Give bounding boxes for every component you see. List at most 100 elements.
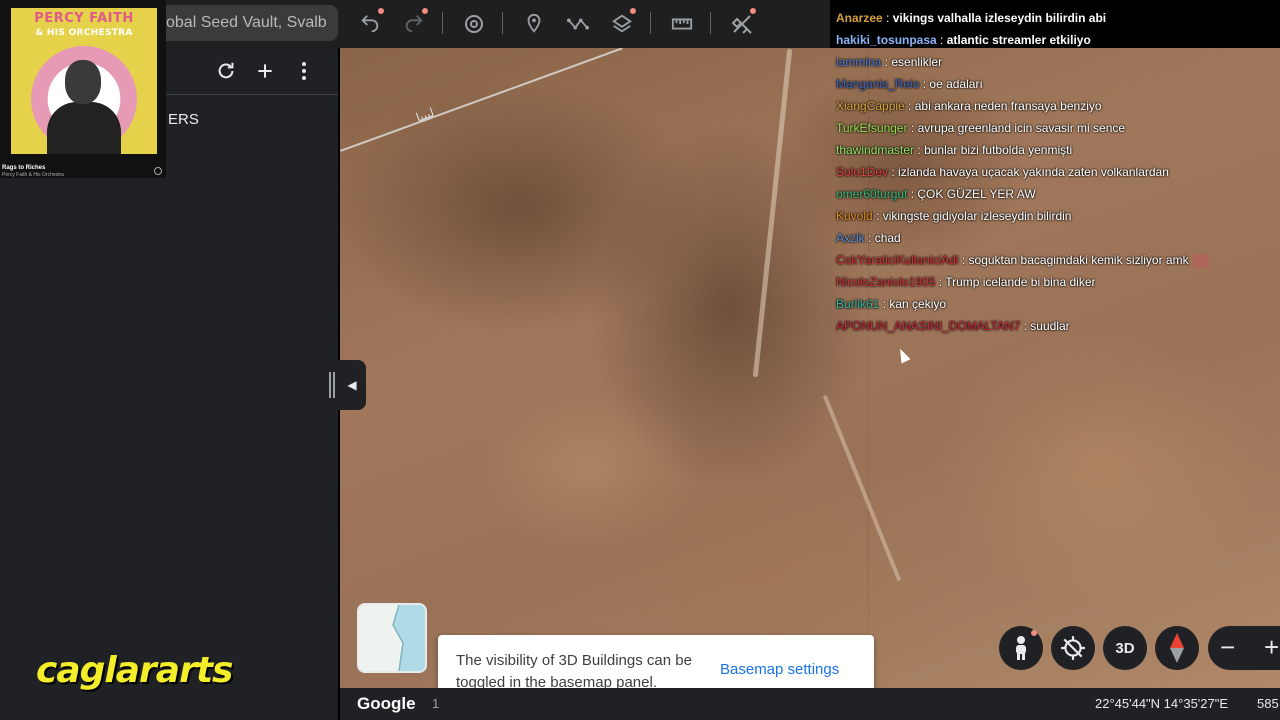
- map-wadi: [822, 394, 902, 582]
- chat-message: omer60turgut : ÇOK GÜZEL YER AW: [836, 187, 1036, 201]
- chat-text: esenlikler: [891, 55, 943, 69]
- compass-icon: [1170, 633, 1184, 663]
- search-input[interactable]: obal Seed Vault, Svalb: [160, 5, 338, 41]
- chat-text: suudlar: [1030, 319, 1070, 333]
- chat-separator: :: [864, 231, 875, 245]
- notification-dot: [750, 8, 756, 14]
- chat-message: Manganis_Reio : oe adaları: [836, 77, 983, 91]
- minimap-icon: [359, 605, 425, 671]
- chat-separator: :: [881, 55, 892, 69]
- chat-text: soguktan bacagimdaki kemik sizliyor amk: [968, 253, 1189, 267]
- toggle-3d-button[interactable]: 3D: [1103, 626, 1147, 670]
- chat-username[interactable]: Axzik: [836, 231, 865, 245]
- ruler-button[interactable]: [664, 6, 700, 42]
- satellite-button[interactable]: [724, 6, 760, 42]
- chat-message: thawindmaster : bunlar bizi futbolda yen…: [836, 143, 1072, 157]
- chat-separator: :: [958, 253, 969, 267]
- satellite-icon: [731, 15, 752, 34]
- chat-username[interactable]: Manganis_Reio: [836, 77, 919, 91]
- path-button[interactable]: [560, 6, 596, 42]
- add-button[interactable]: [252, 58, 278, 84]
- channel-watermark: caglararts: [36, 650, 233, 691]
- country-label: ليبيا: [414, 105, 437, 125]
- chat-emote-icon: [1192, 253, 1209, 268]
- chat-text: bunlar bizi futbolda yenmişti: [924, 143, 1073, 157]
- chat-text: Trump icelande bi bina diker: [945, 275, 1096, 289]
- chat-username[interactable]: Kuvold: [836, 209, 873, 223]
- ruler-icon: [671, 18, 693, 30]
- chat-text: vikingste gidiyolar izleseydin bilirdin: [882, 209, 1072, 223]
- chat-username[interactable]: CokYaraticiKullaniciAdi: [836, 253, 959, 267]
- chat-separator: :: [904, 99, 915, 113]
- undo-icon: [361, 15, 379, 33]
- chat-username[interactable]: NicoloZaniolo1905: [836, 275, 935, 289]
- chat-message: APONUN_ANASINI_DOMALTAN7 : suudlar: [836, 319, 1070, 333]
- chat-message: TurkEfsunger : avrupa greenland icin sav…: [836, 121, 1125, 135]
- placemark-button[interactable]: [516, 6, 552, 42]
- chat-message: Solo1Dev : izlanda havaya uçacak yakında…: [836, 165, 1169, 179]
- layers-button[interactable]: [604, 6, 640, 42]
- chat-separator: :: [888, 165, 899, 179]
- more-options-button[interactable]: [291, 58, 317, 84]
- refresh-button[interactable]: [213, 58, 239, 84]
- pegman-button[interactable]: [999, 626, 1043, 670]
- notification-dot: [422, 8, 428, 14]
- chat-message: Burlik61 : kan çekiyo: [836, 297, 946, 311]
- refresh-icon: [218, 62, 234, 79]
- google-logo: Google: [357, 694, 416, 713]
- map-wadi: [752, 48, 793, 378]
- chat-separator: :: [914, 143, 925, 157]
- album-artist-name: PERCY FAITH: [34, 11, 134, 26]
- chat-username[interactable]: Anarzee: [836, 11, 883, 25]
- chat-username[interactable]: Solo1Dev: [836, 165, 888, 179]
- chat-separator: :: [879, 297, 890, 311]
- undo-button[interactable]: [352, 6, 388, 42]
- compass-button[interactable]: [1155, 626, 1199, 670]
- chat-username[interactable]: omer60turgut: [836, 187, 907, 201]
- notification-dot: [1031, 630, 1037, 636]
- history-button[interactable]: [456, 6, 492, 42]
- collapse-panel-button[interactable]: ◀: [338, 360, 366, 410]
- chat-text: vikings valhalla izleseydin bilirdin abi: [892, 11, 1107, 25]
- chat-message: XiangCappie : abi ankara neden fransaya …: [836, 99, 1102, 113]
- album-artist-subtitle: & HIS ORCHESTRA: [35, 28, 133, 38]
- chat-username[interactable]: TurkEfsunger: [836, 121, 908, 135]
- now-playing-overlay: PERCY FAITH & HIS ORCHESTRA Rags to Rich…: [0, 0, 166, 178]
- chat-text: avrupa greenland icin savasir mi sence: [917, 121, 1126, 135]
- album-cover: PERCY FAITH & HIS ORCHESTRA: [11, 8, 157, 154]
- chat-text: ÇOK GÜZEL YER AW: [917, 187, 1036, 201]
- redo-icon: [405, 15, 423, 33]
- chat-username[interactable]: XiangCappie: [836, 99, 905, 113]
- my-location-button[interactable]: [1051, 626, 1095, 670]
- track-artist: Percy Faith & His Orchestra: [2, 172, 64, 178]
- zoom-controls: − +: [1208, 626, 1280, 670]
- location-disabled-icon: [1061, 636, 1085, 660]
- country-boundary-line: [340, 47, 623, 152]
- track-title: Rags to Riches: [2, 165, 46, 171]
- chat-username[interactable]: APONUN_ANASINI_DOMALTAN7: [836, 319, 1020, 333]
- album-artist: PERCY FAITH & HIS ORCHESTRA: [11, 12, 157, 40]
- chat-separator: :: [919, 77, 930, 91]
- chat-separator: :: [872, 209, 883, 223]
- chat-username[interactable]: hakiki_tosunpasa: [836, 33, 937, 47]
- album-portrait-head: [65, 60, 101, 104]
- minimap-button[interactable]: [357, 603, 427, 673]
- status-bar: Google 1 22°45'44"N 14°35'27"E 585: [340, 688, 1280, 720]
- toolbar-divider: [710, 12, 711, 34]
- zoom-in-button[interactable]: +: [1264, 632, 1279, 663]
- chat-username[interactable]: thawindmaster: [836, 143, 914, 157]
- chat-username[interactable]: Burlik61: [836, 297, 879, 311]
- chat-text: atlantic streamler etkiliyo: [946, 33, 1091, 47]
- media-info-icon: [154, 167, 162, 175]
- redo-button[interactable]: [396, 6, 432, 42]
- basemap-settings-button[interactable]: Basemap settings: [720, 661, 839, 678]
- toolbar-divider: [650, 12, 651, 34]
- chat-username[interactable]: iammina: [836, 55, 881, 69]
- chat-message: Kuvold : vikingste gidiyolar izleseydin …: [836, 209, 1071, 223]
- zoom-out-button[interactable]: −: [1220, 632, 1235, 663]
- layers-icon: [612, 14, 632, 33]
- chevron-left-icon: ◀: [347, 378, 357, 392]
- panel-resize-grip[interactable]: [329, 372, 335, 398]
- chat-text: izlanda havaya uçacak yakında zaten volk…: [898, 165, 1169, 179]
- notification-dot: [630, 8, 636, 14]
